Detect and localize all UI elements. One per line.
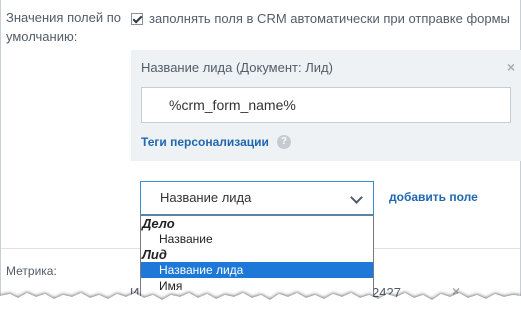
field-value-input[interactable]: %crm_form_name% (141, 87, 511, 123)
close-icon[interactable]: × (507, 59, 515, 75)
auto-fill-checkbox-row[interactable]: заполнять поля в CRM автоматически при о… (131, 11, 510, 26)
dropdown-group-deal: Дело (142, 216, 175, 231)
field-default-panel: Название лида (Документ: Лид) × %crm_for… (131, 50, 521, 161)
help-icon[interactable]: ? (277, 135, 291, 149)
metric-label: Метрика: (6, 264, 57, 278)
dropdown-option-lead-title[interactable]: Название лида (141, 262, 373, 278)
dropdown-option-title[interactable]: Название (141, 231, 373, 247)
default-values-label: Значения полей по умолчанию: (6, 10, 122, 44)
torn-edge-effect (0, 293, 521, 320)
auto-fill-checkbox[interactable] (131, 12, 143, 25)
frame-left-border (0, 0, 1, 320)
field-default-title: Название лида (Документ: Лид) (141, 60, 333, 75)
auto-fill-checkbox-label[interactable]: заполнять поля в CRM автоматически при о… (149, 11, 510, 26)
personalization-tags-link[interactable]: Теги персонализации (141, 135, 269, 149)
dropdown-group-lead: Лид (142, 247, 167, 262)
add-field-link[interactable]: добавить поле (389, 190, 478, 204)
chevron-down-icon (350, 191, 363, 204)
field-select[interactable]: Название лида (140, 181, 374, 215)
field-select-value: Название лида (160, 190, 252, 205)
